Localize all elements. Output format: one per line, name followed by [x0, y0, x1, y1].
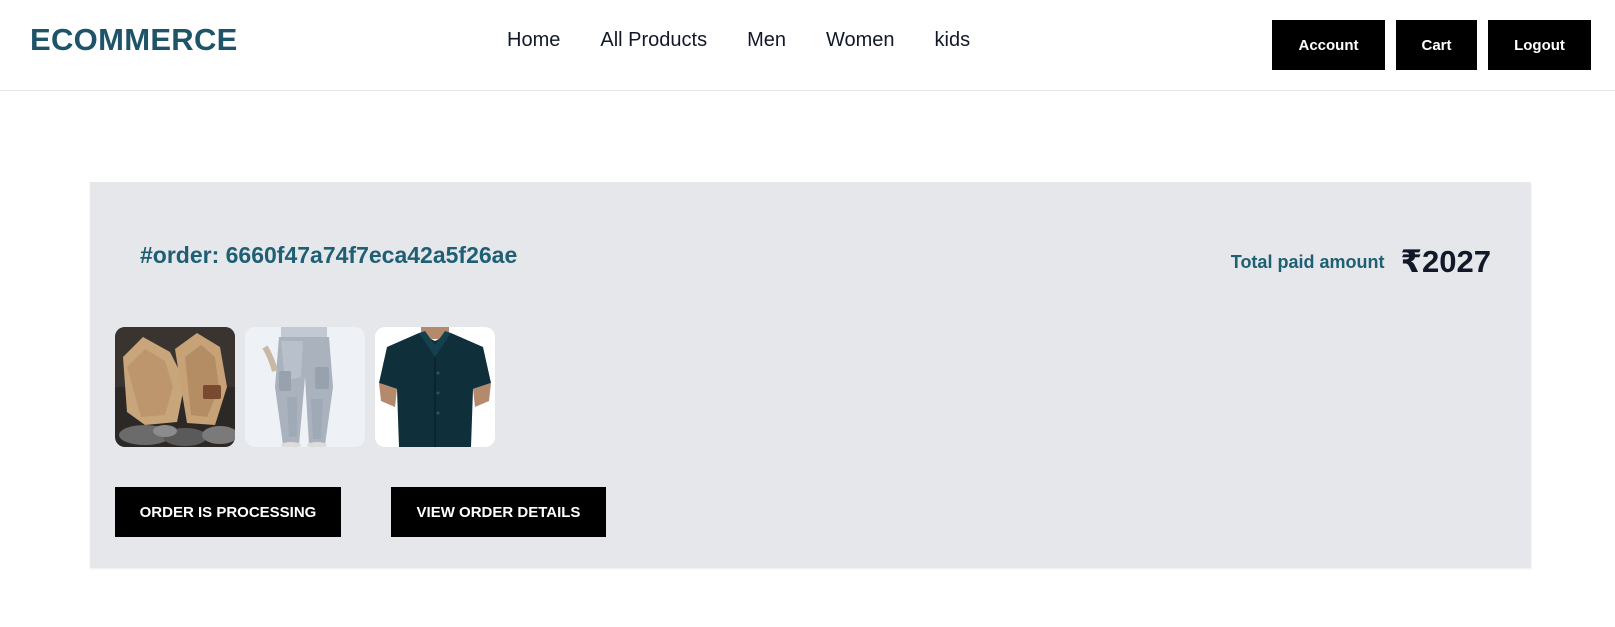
total-paid-value: ₹2027	[1400, 244, 1491, 279]
product-thumbnail-boots[interactable]	[115, 327, 235, 447]
account-button[interactable]: Account	[1272, 20, 1385, 70]
nav-all-products-link[interactable]: All Products	[600, 29, 707, 52]
dark-teal-shirt-image	[375, 327, 495, 447]
header-actions: Account Cart Logout	[1272, 20, 1591, 70]
nav-women-link[interactable]: Women	[826, 29, 895, 52]
order-id: #order: 6660f47a74f7eca42a5f26ae	[140, 242, 518, 268]
main-nav: Home All Products Men Women kids	[507, 29, 970, 52]
product-thumbnail-pants[interactable]	[245, 327, 365, 447]
nav-home-link[interactable]: Home	[507, 29, 560, 52]
cart-button[interactable]: Cart	[1396, 20, 1477, 70]
site-header: ECOMMERCE Home All Products Men Women ki…	[0, 0, 1615, 91]
site-logo[interactable]: ECOMMERCE	[30, 22, 238, 58]
logout-button[interactable]: Logout	[1488, 20, 1591, 70]
order-status-button[interactable]: ORDER IS PROCESSING	[115, 487, 341, 537]
view-order-details-button[interactable]: VIEW ORDER DETAILS	[391, 487, 606, 537]
nav-men-link[interactable]: Men	[747, 29, 786, 52]
suede-boots-image	[115, 327, 235, 447]
grey-cargo-pants-image	[245, 327, 365, 447]
order-actions: ORDER IS PROCESSING VIEW ORDER DETAILS	[115, 487, 606, 537]
total-paid-label: Total paid amount	[1230, 251, 1385, 272]
nav-kids-link[interactable]: kids	[935, 29, 971, 52]
order-item-thumbnails	[115, 327, 495, 447]
order-total: Total paid amount ₹2027	[1231, 244, 1491, 280]
order-card: #order: 6660f47a74f7eca42a5f26ae Total p…	[90, 182, 1531, 568]
product-thumbnail-shirt[interactable]	[375, 327, 495, 447]
